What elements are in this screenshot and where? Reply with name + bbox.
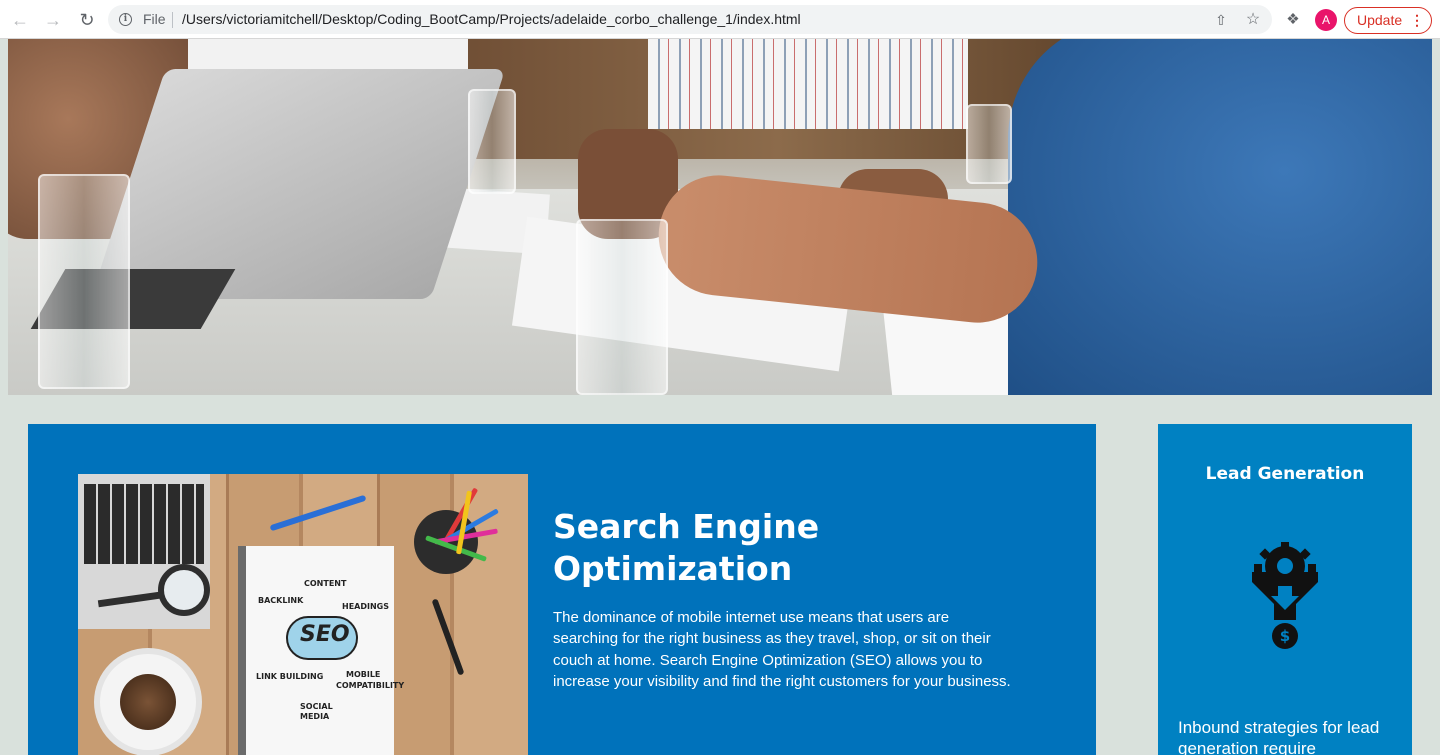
lead-description: Inbound strategies for lead generation r…	[1178, 718, 1380, 755]
seo-section: CONTENT BACKLINK HEADINGS SEO LINK BUILD…	[28, 424, 1096, 755]
info-icon[interactable]: i	[119, 13, 132, 26]
back-arrow-icon[interactable]: ←	[8, 8, 32, 32]
seo-description: The dominance of mobile internet use mea…	[553, 609, 1011, 690]
url-text[interactable]: /Users/victoriamitchell/Desktop/Coding_B…	[182, 11, 801, 27]
seo-doodle-content: CONTENT	[304, 579, 347, 588]
lead-title: Lead Generation	[1205, 464, 1365, 484]
star-icon[interactable]: ☆	[1244, 11, 1262, 29]
update-button[interactable]: Update ⋮	[1344, 7, 1432, 34]
magnifier-icon	[158, 564, 210, 616]
hero-image	[8, 39, 1432, 395]
reload-icon[interactable]: ↻	[75, 8, 99, 32]
address-bar[interactable]: i File /Users/victoriamitchell/Desktop/C…	[108, 5, 1272, 34]
address-separator	[172, 12, 173, 28]
black-pen	[431, 598, 465, 676]
seo-image-keyboard	[84, 484, 204, 564]
seo-doodle-mobile: MOBILE	[346, 670, 381, 679]
seo-doodle-headings: HEADINGS	[342, 602, 389, 611]
avatar[interactable]: A	[1315, 9, 1337, 31]
update-label: Update	[1357, 12, 1403, 28]
coffee	[120, 674, 176, 730]
seo-doodle-media: MEDIA	[300, 712, 330, 721]
seo-doodle-compatibility: COMPATIBILITY	[336, 681, 405, 690]
hero-glass	[468, 89, 516, 194]
seo-title: Search Engine Optimization	[553, 507, 820, 588]
hero-person-striped	[648, 39, 968, 129]
seo-doodle-link-building: LINK BUILDING	[256, 672, 324, 681]
lead-generation-card: Lead Generation $ Inbound strategies for…	[1158, 424, 1412, 755]
svg-text:$: $	[1280, 627, 1290, 645]
more-vert-icon[interactable]: ⋮	[1410, 8, 1424, 33]
blue-pen	[269, 494, 367, 532]
forward-arrow-icon[interactable]: →	[41, 8, 65, 32]
seo-doodle-social: SOCIAL	[300, 702, 333, 711]
puzzle-extension-icon[interactable]: ❖	[1284, 11, 1302, 29]
share-icon[interactable]: ⇧	[1212, 11, 1230, 29]
hero-glass	[576, 219, 668, 395]
hero-person-denim	[1008, 39, 1432, 395]
seo-doodle-center: SEO	[300, 622, 350, 647]
browser-toolbar: ← → ↻ i File /Users/victoriamitchell/Des…	[0, 0, 1440, 39]
hero-glass	[38, 174, 130, 389]
gear-funnel-dollar-icon: $	[1252, 542, 1318, 649]
seo-image: CONTENT BACKLINK HEADINGS SEO LINK BUILD…	[78, 474, 528, 755]
seo-doodle-backlink: BACKLINK	[258, 596, 304, 605]
scheme-label: File	[143, 11, 166, 27]
hero-glass	[966, 104, 1012, 184]
